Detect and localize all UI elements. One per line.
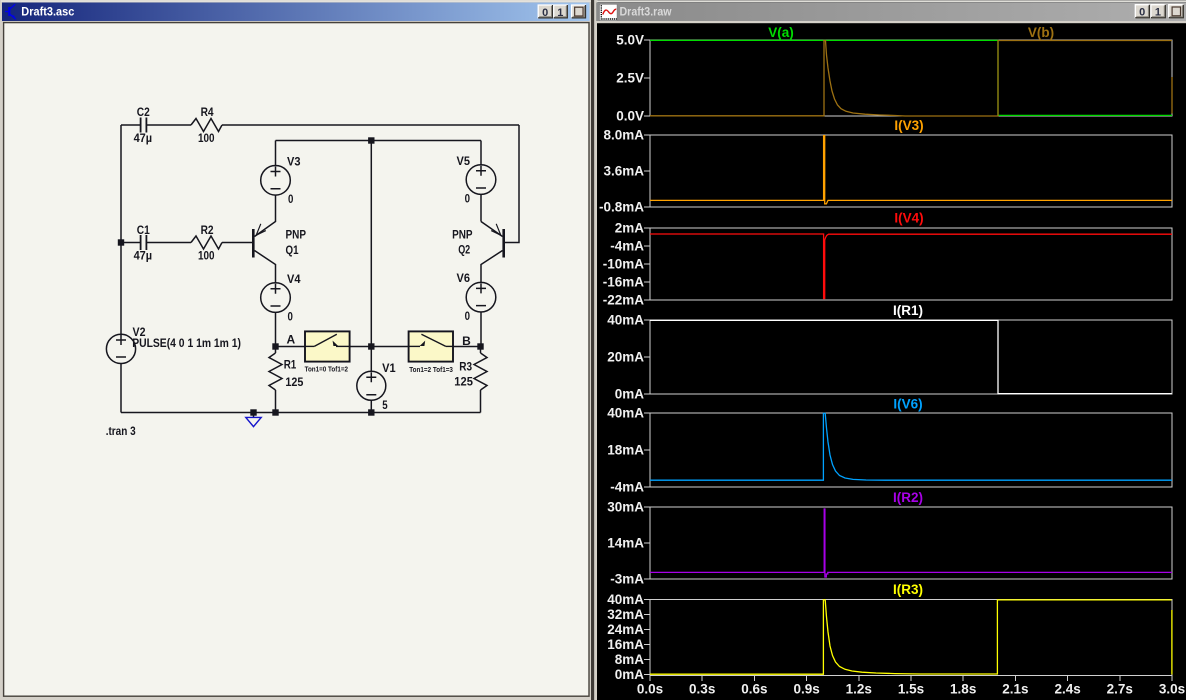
svg-text:.tran 3: .tran 3 (106, 424, 136, 438)
svg-text:0: 0 (542, 7, 548, 19)
svg-text:Ton1=2 Tof1=3: Ton1=2 Tof1=3 (409, 365, 453, 374)
svg-text:I(R2): I(R2) (893, 490, 923, 505)
svg-text:0: 0 (465, 192, 471, 206)
svg-text:V6: V6 (457, 271, 471, 285)
svg-text:8.0mA: 8.0mA (603, 128, 644, 143)
svg-text:I(V4): I(V4) (894, 211, 923, 226)
svg-text:18mA: 18mA (607, 443, 644, 458)
svg-text:40mA: 40mA (607, 592, 644, 607)
svg-text:2.5V: 2.5V (616, 71, 644, 86)
svg-text:20mA: 20mA (607, 350, 644, 365)
svg-text:2.7s: 2.7s (1107, 682, 1133, 697)
svg-text:V1: V1 (382, 361, 396, 375)
svg-text:16mA: 16mA (607, 637, 644, 652)
svg-text:2.1s: 2.1s (1002, 682, 1028, 697)
svg-text:R2: R2 (201, 223, 214, 237)
svg-text:Draft3.raw: Draft3.raw (620, 6, 673, 19)
svg-text:Ton1=0 Tof1=2: Ton1=0 Tof1=2 (305, 364, 348, 373)
svg-text:125: 125 (454, 375, 473, 389)
svg-text:B: B (462, 334, 471, 348)
svg-text:0.6s: 0.6s (741, 682, 767, 697)
svg-text:V5: V5 (457, 154, 471, 168)
svg-text:24mA: 24mA (607, 622, 644, 637)
svg-text:-3mA: -3mA (610, 572, 644, 587)
svg-text:1.5s: 1.5s (898, 682, 924, 697)
svg-text:0mA: 0mA (615, 387, 645, 402)
svg-text:5.0V: 5.0V (616, 33, 644, 48)
svg-text:32mA: 32mA (607, 607, 644, 622)
svg-text:I(R3): I(R3) (893, 582, 923, 597)
svg-text:14mA: 14mA (607, 536, 644, 551)
svg-text:R4: R4 (201, 105, 214, 119)
svg-text:100: 100 (198, 131, 215, 145)
svg-text:0.3s: 0.3s (689, 682, 715, 697)
svg-text:PNP: PNP (286, 228, 307, 242)
svg-text:3.6mA: 3.6mA (603, 164, 644, 179)
svg-text:0.9s: 0.9s (793, 682, 819, 697)
svg-text:-22mA: -22mA (603, 293, 645, 308)
svg-text:C1: C1 (137, 223, 150, 237)
svg-text:0: 0 (465, 309, 471, 323)
svg-text:V3: V3 (287, 155, 301, 169)
svg-text:30mA: 30mA (607, 500, 644, 515)
svg-text:2.4s: 2.4s (1054, 682, 1080, 697)
svg-text:I(V6): I(V6) (893, 397, 922, 412)
svg-text:R1: R1 (284, 358, 297, 372)
svg-text:100: 100 (198, 249, 215, 263)
svg-text:1.8s: 1.8s (950, 682, 976, 697)
svg-text:-10mA: -10mA (603, 257, 645, 272)
svg-text:3.0s: 3.0s (1159, 682, 1185, 697)
svg-text:40mA: 40mA (607, 406, 644, 421)
svg-text:-4mA: -4mA (610, 239, 644, 254)
svg-text:125: 125 (285, 375, 303, 389)
svg-text:0: 0 (288, 192, 294, 206)
svg-text:PNP: PNP (452, 228, 473, 242)
svg-text:I(R1): I(R1) (893, 303, 923, 318)
svg-text:0mA: 0mA (615, 667, 645, 682)
svg-text:Q2: Q2 (458, 243, 470, 257)
svg-text:5: 5 (382, 398, 388, 412)
svg-text:0.0s: 0.0s (637, 682, 663, 697)
svg-text:0: 0 (288, 310, 294, 324)
svg-text:V(a): V(a) (768, 25, 794, 40)
svg-text:PULSE(4 0 1 1m 1m 1): PULSE(4 0 1 1m 1m 1) (132, 336, 241, 350)
svg-text:47µ: 47µ (134, 249, 153, 263)
svg-text:C2: C2 (137, 105, 150, 119)
svg-text:Q1: Q1 (286, 243, 299, 257)
svg-text:8mA: 8mA (615, 652, 645, 667)
svg-text:0.0V: 0.0V (616, 109, 644, 124)
svg-text:V4: V4 (287, 272, 301, 286)
svg-text:A: A (287, 333, 296, 347)
svg-text:1: 1 (557, 7, 563, 19)
svg-text:R3: R3 (459, 360, 472, 374)
svg-text:-0.8mA: -0.8mA (599, 200, 644, 215)
svg-text:40mA: 40mA (607, 313, 644, 328)
svg-text:2mA: 2mA (615, 221, 645, 236)
svg-text:Draft3.asc: Draft3.asc (21, 6, 75, 19)
svg-text:I(V3): I(V3) (894, 118, 923, 133)
svg-text:47µ: 47µ (134, 131, 153, 145)
svg-text:1: 1 (1155, 7, 1161, 19)
svg-text:0: 0 (1139, 7, 1145, 19)
svg-text:-16mA: -16mA (603, 275, 645, 290)
svg-text:1.2s: 1.2s (846, 682, 872, 697)
svg-text:V(b): V(b) (1028, 25, 1054, 40)
svg-text:-4mA: -4mA (610, 480, 644, 495)
